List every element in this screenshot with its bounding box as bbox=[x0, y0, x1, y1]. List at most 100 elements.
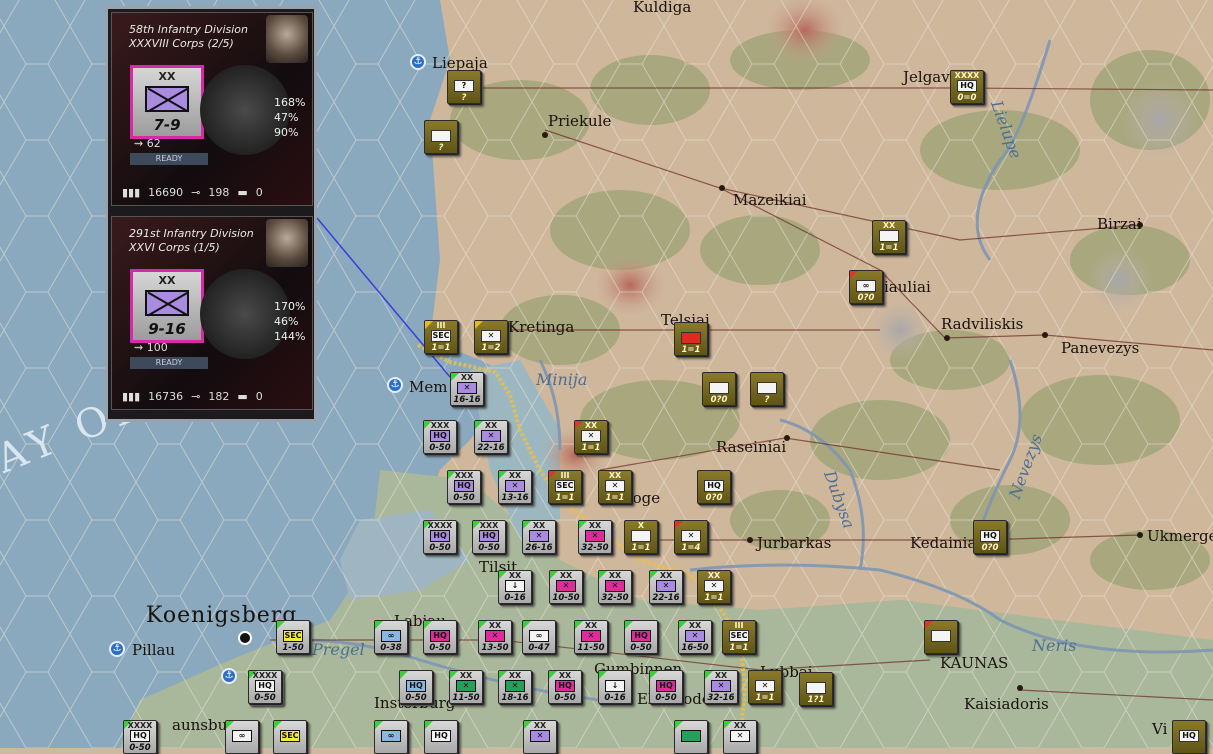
german-unit-counter[interactable]: HQ bbox=[424, 720, 458, 754]
german-unit-counter[interactable]: XX HQ 0-50 bbox=[548, 670, 582, 704]
german-unit-counter[interactable]: XXXX HQ 0-50 bbox=[123, 720, 157, 754]
soviet-unit-counter[interactable]: ∞ 0?0 bbox=[849, 270, 883, 304]
unit-card[interactable]: 58th Infantry Division XXXVIII Corps (2/5… bbox=[111, 12, 313, 206]
german-unit-counter[interactable]: XX ✕ 11-50 bbox=[449, 670, 483, 704]
german-unit-counter[interactable]: XX ✕ 13-16 bbox=[498, 470, 532, 504]
anchor-icon[interactable]: ⚓ bbox=[109, 641, 125, 657]
german-unit-counter[interactable]: ∞ 0-38 bbox=[374, 620, 408, 654]
soviet-unit-counter[interactable]: HQ 0?0 bbox=[697, 470, 731, 504]
soviet-unit-counter[interactable]: X 1=1 bbox=[624, 520, 658, 554]
soviet-unit-counter[interactable]: 0?0 bbox=[702, 372, 736, 406]
unit-strength: 0-50 bbox=[254, 693, 276, 703]
soviet-unit-counter[interactable]: XX ✕ 1=1 bbox=[574, 420, 608, 454]
unit-totals: ▮▮▮ 16690 ⊸ 198 ▬ 0 bbox=[122, 186, 304, 199]
german-unit-counter[interactable]: XXX HQ 0-50 bbox=[472, 520, 506, 554]
soviet-unit-counter[interactable]: III SEC 1=1 bbox=[424, 320, 458, 354]
soviet-unit-counter[interactable]: ✕ 1=4 bbox=[674, 520, 708, 554]
german-unit-counter[interactable]: XX ✕ 26-16 bbox=[522, 520, 556, 554]
german-unit-counter[interactable]: XX ✕ bbox=[523, 720, 557, 754]
soviet-unit-counter[interactable]: 1?1 bbox=[799, 672, 833, 706]
guns-count: 182 bbox=[208, 390, 230, 403]
german-unit-counter[interactable]: XX ✕ 13-50 bbox=[478, 620, 512, 654]
german-unit-counter[interactable]: XXXX HQ 0-50 bbox=[248, 670, 282, 704]
anchor-icon[interactable]: ⚓ bbox=[410, 54, 426, 70]
unit-status-flag-icon bbox=[523, 621, 531, 629]
soviet-unit-counter[interactable]: 1=1 bbox=[674, 322, 708, 356]
unit-strength: 0-50 bbox=[453, 493, 475, 503]
german-unit-counter[interactable]: SEC 1-50 bbox=[276, 620, 310, 654]
unit-type-symbol-icon: ✕ bbox=[556, 580, 576, 592]
german-unit-counter[interactable]: HQ 0-50 bbox=[649, 670, 683, 704]
unit-strength: 26-16 bbox=[525, 543, 553, 553]
unit-strength: 0-16 bbox=[604, 693, 626, 703]
german-unit-counter[interactable]: ∞ 0-47 bbox=[522, 620, 556, 654]
german-unit-counter[interactable]: ↓ 0-16 bbox=[598, 670, 632, 704]
german-unit-counter[interactable]: HQ 0-50 bbox=[624, 620, 658, 654]
german-unit-counter[interactable]: XX ✕ bbox=[723, 720, 757, 754]
unit-type-symbol-icon: HQ bbox=[631, 630, 651, 642]
unit-type-symbol-icon: ✕ bbox=[505, 680, 525, 692]
soviet-unit-counter[interactable]: ? bbox=[424, 120, 458, 154]
german-unit-counter[interactable]: HQ 0-50 bbox=[399, 670, 433, 704]
unit-strength: 1=1 bbox=[555, 493, 575, 503]
german-unit-counter[interactable]: XXXX HQ 0-50 bbox=[423, 520, 457, 554]
men-icon: ▮▮▮ bbox=[122, 390, 141, 403]
unit-card[interactable]: 291st Infantry Division XXVI Corps (1/5) … bbox=[111, 216, 313, 410]
german-unit-counter[interactable]: XXX HQ 0-50 bbox=[447, 470, 481, 504]
unit-type-symbol-icon bbox=[631, 530, 651, 542]
soviet-unit-counter[interactable]: XX 1=1 bbox=[872, 220, 906, 254]
unit-strength: 0-50 bbox=[405, 693, 427, 703]
german-unit-counter[interactable] bbox=[674, 720, 708, 754]
soviet-unit-counter[interactable]: III SEC 1=1 bbox=[722, 620, 756, 654]
soviet-unit-counter[interactable]: XX ✕ 1=1 bbox=[598, 470, 632, 504]
soviet-unit-counter[interactable] bbox=[924, 620, 958, 654]
unit-percent-2: 46% bbox=[274, 315, 299, 328]
unit-level: XX bbox=[608, 471, 622, 480]
anchor-icon[interactable]: ⚓ bbox=[221, 668, 237, 684]
german-unit-counter[interactable]: SEC bbox=[273, 720, 307, 754]
movement-points: 100 bbox=[146, 341, 168, 354]
unit-percent-1: 168% bbox=[274, 96, 306, 109]
unit-strength: 7-9 bbox=[153, 116, 181, 134]
city-priekule: Priekule bbox=[548, 112, 612, 130]
german-unit-counter[interactable]: XX ✕ 11-50 bbox=[574, 620, 608, 654]
soviet-unit-counter[interactable]: ✕ 1=2 bbox=[474, 320, 508, 354]
german-unit-counter[interactable]: ∞ bbox=[225, 720, 259, 754]
soviet-unit-counter[interactable]: ? bbox=[750, 372, 784, 406]
german-unit-counter[interactable]: XX ✕ 16-16 bbox=[450, 372, 484, 406]
unit-level: XX bbox=[688, 621, 702, 630]
anchor-icon[interactable]: ⚓ bbox=[387, 377, 403, 393]
german-unit-counter[interactable]: XX ✕ 22-16 bbox=[649, 570, 683, 604]
soviet-unit-counter[interactable]: HQ 0?0 bbox=[973, 520, 1007, 554]
unit-type-symbol-icon bbox=[681, 730, 701, 742]
german-unit-counter[interactable]: XX ✕ 18-16 bbox=[498, 670, 532, 704]
unit-corps: XXXVIII Corps (2/5) bbox=[129, 37, 234, 50]
german-unit-counter[interactable]: XX ✕ 32-50 bbox=[598, 570, 632, 604]
soviet-unit-counter[interactable]: ?? bbox=[447, 70, 481, 104]
soviet-unit-counter[interactable]: ✕ 1=1 bbox=[748, 670, 782, 704]
german-unit-counter[interactable]: ∞ bbox=[374, 720, 408, 754]
unit-type-symbol-icon: ✕ bbox=[529, 530, 549, 542]
unit-strength: 0-16 bbox=[504, 593, 526, 603]
unit-percent-3: 90% bbox=[274, 126, 299, 139]
german-unit-counter[interactable]: XX ✕ 16-50 bbox=[678, 620, 712, 654]
unit-type-symbol-icon: ✕ bbox=[481, 430, 501, 442]
german-unit-counter[interactable]: XX ✕ 10-50 bbox=[549, 570, 583, 604]
german-unit-counter[interactable]: XX ✕ 22-16 bbox=[474, 420, 508, 454]
unit-status-flag-icon bbox=[400, 671, 408, 679]
german-unit-counter[interactable]: XX ✕ 32-50 bbox=[578, 520, 612, 554]
soviet-unit-counter[interactable]: HQ bbox=[1172, 720, 1206, 754]
unit-level: III bbox=[560, 471, 570, 480]
unit-status-flag-icon bbox=[375, 621, 383, 629]
german-unit-counter[interactable]: HQ 0-50 bbox=[423, 620, 457, 654]
unit-strength: 22-16 bbox=[652, 593, 680, 603]
soviet-unit-counter[interactable]: XXXX HQ 0=0 bbox=[950, 70, 984, 104]
soviet-unit-counter[interactable]: III SEC 1=1 bbox=[548, 470, 582, 504]
german-unit-counter[interactable]: XX ✕ 32-16 bbox=[704, 670, 738, 704]
german-unit-counter[interactable]: XX ↓ 0-16 bbox=[498, 570, 532, 604]
soviet-unit-counter[interactable]: XX ✕ 1=1 bbox=[697, 570, 731, 604]
unit-strength: 0-50 bbox=[129, 743, 151, 753]
unit-level: XX bbox=[488, 621, 502, 630]
unit-type-symbol-icon: ∞ bbox=[232, 730, 252, 742]
german-unit-counter[interactable]: XXX HQ 0-50 bbox=[423, 420, 457, 454]
